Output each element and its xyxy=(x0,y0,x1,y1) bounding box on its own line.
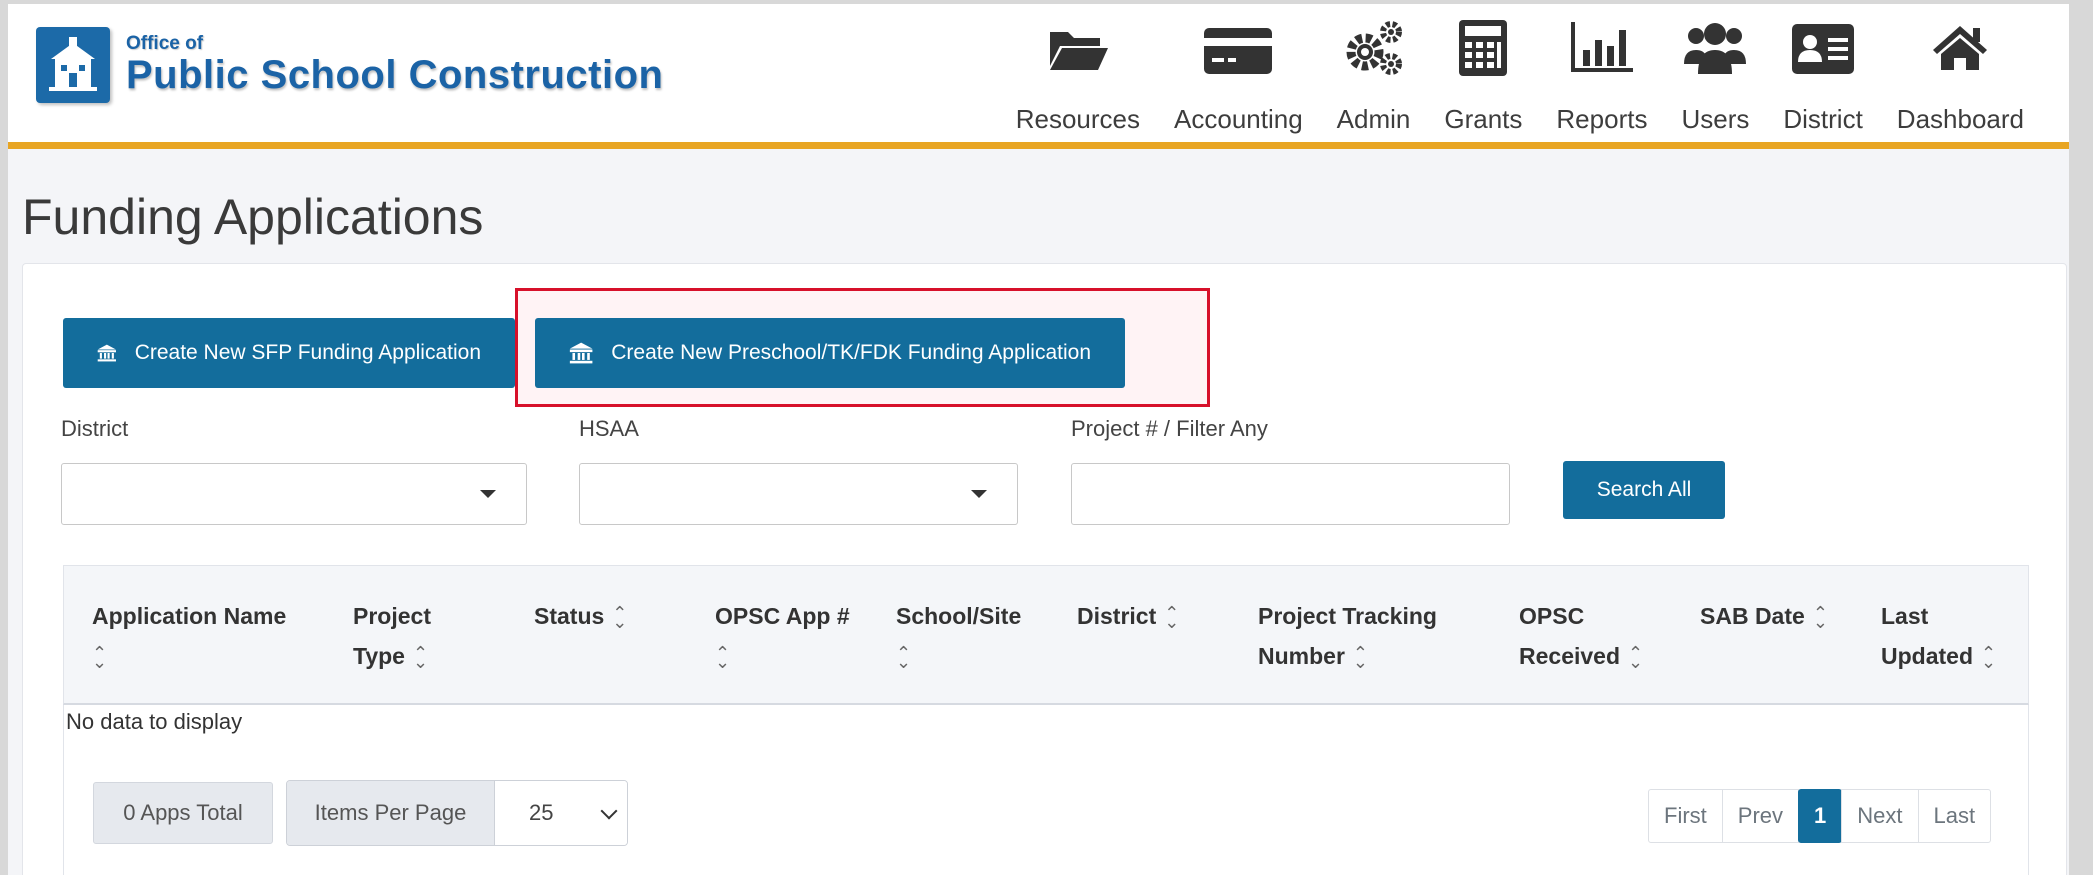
nav-label: Reports xyxy=(1556,104,1648,134)
nav-grants[interactable]: Grants xyxy=(1427,18,1539,135)
nav-reports[interactable]: Reports xyxy=(1539,18,1664,135)
sort-icon: ⌃ ⌄ xyxy=(1628,642,1644,672)
district-select[interactable] xyxy=(61,463,527,525)
nav-district[interactable]: District xyxy=(1766,18,1879,135)
credit-card-icon xyxy=(1204,28,1273,74)
schoolhouse-icon xyxy=(36,27,110,103)
sort-icon: ⌃ ⌄ xyxy=(1812,602,1828,632)
column-school-site[interactable]: School/Site ⌃ ⌄ xyxy=(896,596,1021,676)
sort-icon: ⌃ ⌄ xyxy=(1352,642,1368,672)
bank-icon xyxy=(569,342,593,364)
apps-total-badge: 0 Apps Total xyxy=(93,782,273,844)
sort-icon: ⌃ ⌄ xyxy=(612,602,628,632)
project-filter-input[interactable] xyxy=(1071,463,1510,525)
column-label: School/Site xyxy=(896,603,1022,629)
items-per-page-group: Items Per Page 25 xyxy=(286,780,628,846)
window-frame-right xyxy=(2069,0,2093,875)
column-opsc-app-number[interactable]: OPSC App # ⌃ ⌄ xyxy=(715,596,850,676)
column-status[interactable]: Status ⌃ ⌄ xyxy=(534,596,627,636)
column-application-name[interactable]: Application Name ⌃ ⌄ xyxy=(92,596,286,676)
column-district[interactable]: District ⌃ ⌄ xyxy=(1077,596,1179,636)
nav-label: Users xyxy=(1681,104,1750,134)
items-per-page-label: Items Per Page xyxy=(287,781,495,845)
sort-icon: ⌃ ⌄ xyxy=(412,642,429,672)
bar-chart-icon xyxy=(1570,22,1633,72)
hsaa-label: HSAA xyxy=(579,416,639,441)
nav-accounting[interactable]: Accounting xyxy=(1157,18,1320,135)
column-label: Status xyxy=(534,603,605,629)
column-label: OPSC App # xyxy=(715,603,850,629)
page-title: Funding Applications xyxy=(22,189,484,245)
sort-icon: ⌃ ⌄ xyxy=(92,642,108,672)
folder-open-icon xyxy=(1049,32,1108,70)
table-header: Application Name ⌃ ⌄ Project Type ⌃ ⌄ Statu… xyxy=(63,565,2029,705)
column-label: Received xyxy=(1519,643,1621,669)
nav-resources[interactable]: Resources xyxy=(999,18,1157,135)
nav-users[interactable]: Users xyxy=(1664,18,1766,135)
project-filter-label: Project # / Filter Any xyxy=(1071,416,1268,441)
main-nav: Resources Accounting Admin Grants Report… xyxy=(999,18,2041,135)
column-label: OPSC xyxy=(1519,603,1585,629)
column-label: Last xyxy=(1881,603,1929,629)
column-sab-date[interactable]: SAB Date ⌃ ⌄ xyxy=(1700,596,1828,636)
nav-dashboard[interactable]: Dashboard xyxy=(1880,18,2041,135)
nav-label: Resources xyxy=(1015,104,1141,134)
nav-label: Grants xyxy=(1444,104,1523,134)
site-header: Office of Public School Construction Res… xyxy=(8,4,2069,149)
nav-label: Admin xyxy=(1336,104,1411,134)
pagination-prev[interactable]: Prev xyxy=(1721,789,1800,843)
items-per-page-select[interactable]: 25 xyxy=(495,781,627,845)
nav-label: Accounting xyxy=(1174,104,1303,134)
chevron-down-icon xyxy=(600,802,618,820)
logo-subtitle: Office of xyxy=(126,33,204,54)
hsaa-select[interactable] xyxy=(579,463,1018,525)
window-frame-left xyxy=(0,0,8,875)
home-icon xyxy=(1933,26,1988,70)
users-icon xyxy=(1684,23,1747,74)
pagination-first[interactable]: First xyxy=(1648,789,1723,843)
column-label: Number xyxy=(1258,643,1345,669)
column-opsc-received[interactable]: OPSC Received ⌃ ⌄ xyxy=(1519,596,1643,676)
nav-admin[interactable]: Admin xyxy=(1320,18,1428,135)
logo-title: Public School Construction xyxy=(126,53,664,97)
column-label: Application Name xyxy=(92,603,287,629)
column-label: SAB Date xyxy=(1700,603,1805,629)
id-card-icon xyxy=(1792,24,1855,74)
sort-icon: ⌃ ⌄ xyxy=(1981,642,1997,672)
caret-down-icon xyxy=(480,490,496,498)
nav-label: Dashboard xyxy=(1896,104,2024,134)
column-label: District xyxy=(1077,603,1157,629)
site-logo[interactable]: Office of Public School Construction xyxy=(36,27,663,103)
applications-card: Create New SFP Funding Application Creat… xyxy=(22,263,2067,875)
nav-label: District xyxy=(1783,104,1863,134)
sort-icon: ⌃ ⌄ xyxy=(715,642,731,672)
create-sfp-application-button[interactable]: Create New SFP Funding Application xyxy=(63,318,515,388)
pagination-next[interactable]: Next xyxy=(1841,789,1919,843)
caret-down-icon xyxy=(971,490,987,498)
column-label: Type xyxy=(353,643,405,669)
create-preschool-label: Create New Preschool/TK/FDK Funding Appl… xyxy=(611,341,1091,364)
sort-icon: ⌃ ⌄ xyxy=(1164,602,1180,632)
bank-icon xyxy=(97,344,116,362)
column-label: Project Tracking xyxy=(1258,603,1437,629)
district-label: District xyxy=(61,416,129,441)
create-preschool-application-button[interactable]: Create New Preschool/TK/FDK Funding Appl… xyxy=(535,318,1125,388)
column-label: Updated xyxy=(1881,643,1973,669)
column-project-tracking-number[interactable]: Project Tracking Number ⌃ ⌄ xyxy=(1258,596,1437,676)
pagination-last[interactable]: Last xyxy=(1917,789,1992,843)
pagination-current-page[interactable]: 1 xyxy=(1798,789,1843,843)
sort-icon: ⌃ ⌄ xyxy=(896,642,912,672)
empty-table-message: No data to display xyxy=(66,709,243,734)
items-per-page-value: 25 xyxy=(529,800,554,825)
create-sfp-label: Create New SFP Funding Application xyxy=(134,341,481,364)
column-project-type[interactable]: Project Type ⌃ ⌄ xyxy=(353,596,431,676)
gears-icon xyxy=(1346,21,1402,75)
calculator-icon xyxy=(1459,20,1508,76)
search-all-button[interactable]: Search All xyxy=(1563,461,1725,519)
pagination: First Prev 1 Next Last xyxy=(1648,789,1992,843)
column-last-updated[interactable]: Last Updated ⌃ ⌄ xyxy=(1881,596,1996,676)
column-label: Project xyxy=(353,603,431,629)
